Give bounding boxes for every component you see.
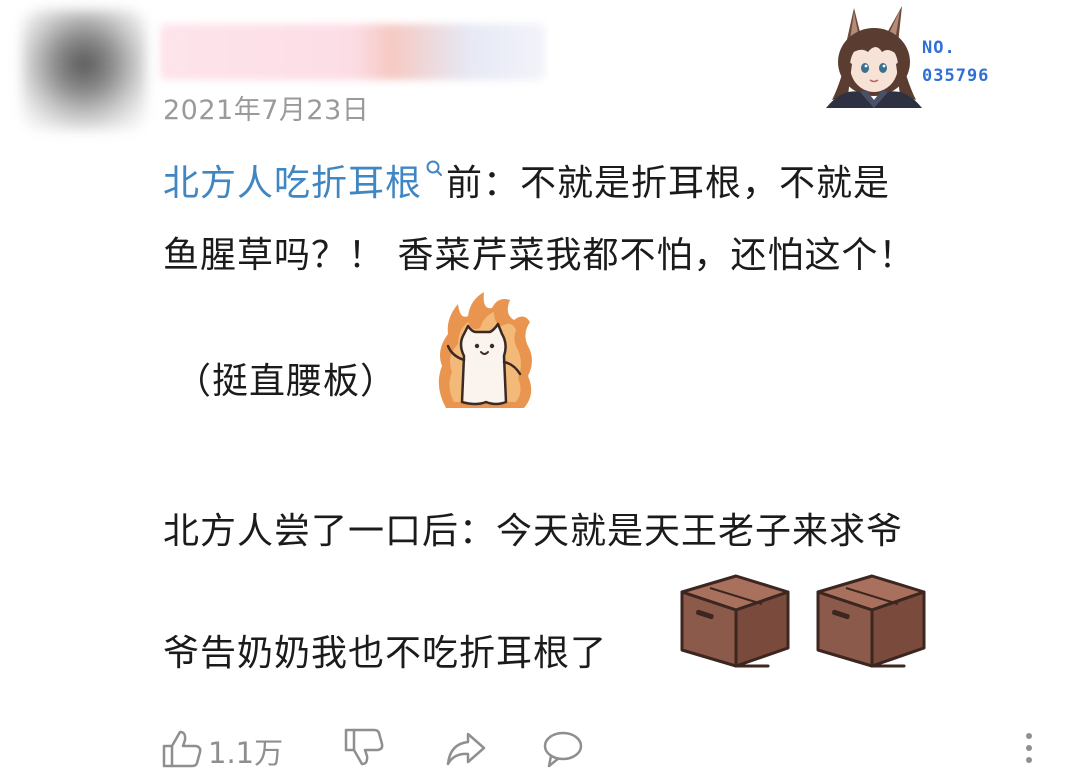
username[interactable] bbox=[160, 24, 545, 80]
reply-icon[interactable] bbox=[541, 726, 585, 770]
comment-text: 前：不就是折耳根，不就是 bbox=[446, 163, 891, 204]
box-emoji bbox=[680, 574, 790, 668]
search-icon[interactable] bbox=[424, 158, 444, 184]
comment-line-3: （挺直腰板） bbox=[175, 361, 398, 402]
comment-line-1: 北方人吃折耳根 前：不就是折耳根，不就是 bbox=[163, 154, 890, 206]
share-icon[interactable] bbox=[444, 726, 488, 770]
fan-badge[interactable]: NO. 035796 bbox=[806, 4, 1026, 108]
thumbs-up-icon[interactable] bbox=[160, 726, 204, 770]
comment-line-5: 爷告奶奶我也不吃折耳根了 bbox=[163, 633, 608, 674]
comment-card: 2021年7月23日 NO. 035796 北方人吃折耳根 前：不就是折耳根，不… bbox=[0, 0, 1080, 780]
like-count: 1.1万 bbox=[208, 736, 284, 770]
topic-link[interactable]: 北方人吃折耳根 bbox=[163, 163, 422, 204]
box-emoji bbox=[816, 574, 926, 668]
comment-line-4: 北方人尝了一口后：今天就是天王老子来求爷 bbox=[163, 511, 904, 552]
badge-label: NO. bbox=[922, 38, 956, 58]
avatar[interactable] bbox=[22, 10, 146, 130]
comment-line-2: 鱼腥草吗？！ 香菜芹菜我都不怕，还怕这个！ bbox=[163, 235, 916, 276]
character-badge-icon bbox=[826, 6, 922, 108]
thumbs-down-icon[interactable] bbox=[342, 726, 386, 770]
badge-number: 035796 bbox=[922, 66, 990, 86]
comment-date: 2021年7月23日 bbox=[163, 95, 370, 126]
more-icon[interactable] bbox=[1016, 728, 1042, 772]
fire-cat-sticker bbox=[438, 292, 532, 408]
action-bar: 1.1万 bbox=[0, 722, 1080, 772]
